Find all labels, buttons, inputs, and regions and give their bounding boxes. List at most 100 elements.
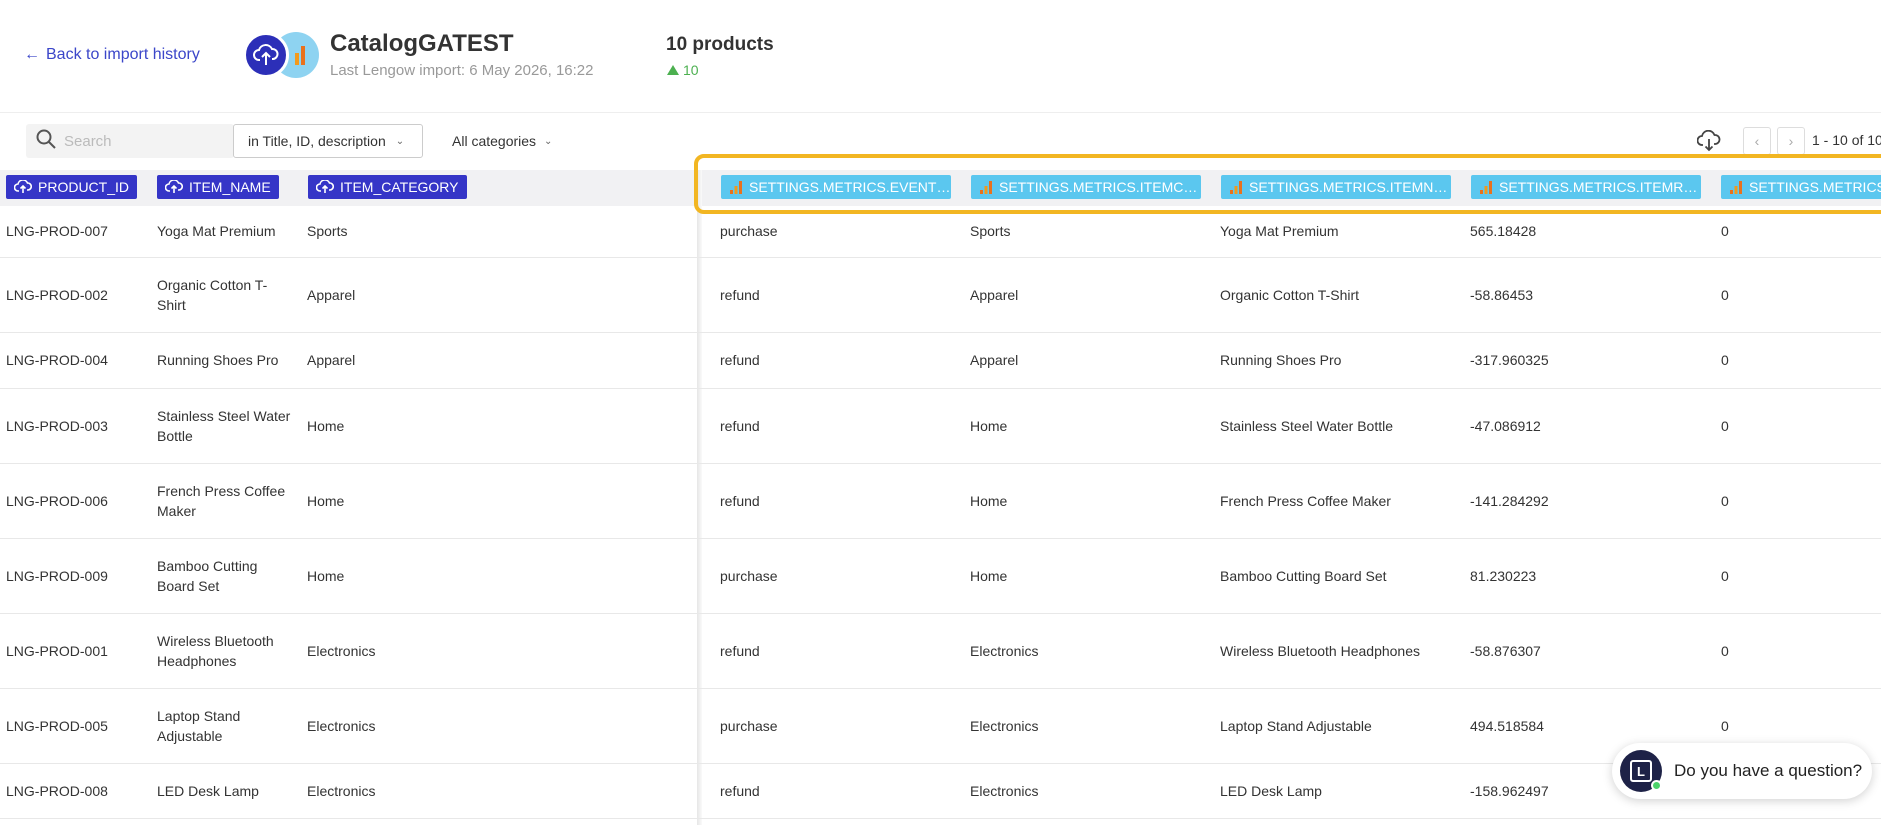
pagination-info: 1 - 10 of 10: [1812, 132, 1881, 148]
next-page-button[interactable]: ›: [1777, 127, 1805, 155]
cell-itemr: 81.230223: [1470, 568, 1537, 584]
chevron-down-icon: ⌄: [395, 135, 405, 147]
cell-itemc: Electronics: [970, 783, 1039, 799]
cell-itemn: Yoga Mat Premium: [1220, 223, 1339, 239]
cell-item-name: Organic Cotton T-: [157, 277, 268, 293]
cell-item-name: Stainless Steel Water: [157, 408, 291, 424]
cell-item-category: Home: [307, 568, 345, 584]
cell-event: refund: [720, 783, 760, 799]
table-row[interactable]: LNG-PROD-006 French Press Coffee Maker H…: [0, 464, 1881, 539]
cell-metric: 0: [1721, 493, 1729, 509]
cell-item-name: Bamboo Cutting: [157, 558, 258, 574]
table-row[interactable]: LNG-PROD-008 LED Desk Lamp Electronics r…: [0, 764, 1881, 819]
previous-page-button[interactable]: ‹: [1743, 127, 1771, 155]
cell-metric: 0: [1721, 568, 1729, 584]
back-link-label: Back to import history: [46, 46, 200, 63]
cell-itemn: French Press Coffee Maker: [1220, 493, 1391, 509]
last-import-info: Last Lengow import: 6 May 2026, 16:22: [330, 62, 594, 79]
cell-itemr: -47.086912: [1470, 418, 1541, 434]
column-header-metrics-itemn[interactable]: SETTINGS.METRICS.ITEMN…: [1221, 175, 1451, 199]
column-header-label: ITEM_NAME: [189, 179, 271, 195]
product-delta: 10: [667, 62, 699, 78]
table-row[interactable]: LNG-PROD-003 Stainless Steel Water Bottl…: [0, 389, 1881, 464]
column-header-metrics-event[interactable]: SETTINGS.METRICS.EVENT…: [721, 175, 951, 199]
table-row[interactable]: LNG-PROD-009 Bamboo Cutting Board Set Ho…: [0, 539, 1881, 614]
column-header-metrics-itemc[interactable]: SETTINGS.METRICS.ITEMC…: [971, 175, 1201, 199]
column-header-label: SETTINGS.METRICS.: [1749, 179, 1881, 195]
cell-product-id: LNG-PROD-005: [6, 718, 108, 734]
cell-itemc: Home: [970, 568, 1008, 584]
analytics-bars-icon: [730, 181, 742, 194]
cloud-download-icon[interactable]: [1696, 128, 1722, 154]
table-header: PRODUCT_ID ITEM_NAME ITEM_CATEGORY SETTI…: [0, 170, 1881, 206]
cell-product-id: LNG-PROD-009: [6, 568, 108, 584]
cell-metric: 0: [1721, 643, 1729, 659]
back-to-import-history-link[interactable]: ← Back to import history: [24, 46, 200, 64]
cell-product-id: LNG-PROD-006: [6, 493, 108, 509]
cell-metric: 0: [1721, 718, 1729, 734]
column-header-label: SETTINGS.METRICS.ITEMN…: [1249, 179, 1448, 195]
search-box[interactable]: [26, 124, 234, 158]
column-header-label: SETTINGS.METRICS.ITEMC…: [999, 179, 1198, 195]
cell-itemr: -58.86453: [1470, 287, 1534, 303]
cell-metric: 0: [1721, 223, 1729, 239]
arrow-left-icon: ←: [24, 46, 40, 63]
cell-item-name: LED Desk Lamp: [157, 783, 259, 799]
category-filter-select[interactable]: All categories ⌄: [452, 124, 552, 158]
cell-item-name: Bottle: [157, 428, 193, 444]
cell-item-category: Home: [307, 418, 345, 434]
cell-product-id: LNG-PROD-008: [6, 783, 108, 799]
search-icon: [36, 129, 56, 154]
catalog-title: CatalogGATEST: [330, 30, 514, 57]
cloud-upload-icon: [316, 180, 334, 193]
column-header-label: SETTINGS.METRICS.ITEMR…: [1499, 179, 1698, 195]
search-input[interactable]: [64, 132, 224, 150]
cell-item-category: Electronics: [307, 718, 376, 734]
column-header-item-name[interactable]: ITEM_NAME: [157, 175, 279, 199]
column-header-item-category[interactable]: ITEM_CATEGORY: [308, 175, 467, 199]
column-header-product-id[interactable]: PRODUCT_ID: [6, 175, 138, 199]
table-row[interactable]: LNG-PROD-001 Wireless Bluetooth Headphon…: [0, 614, 1881, 689]
column-header-label: PRODUCT_ID: [38, 179, 130, 195]
cell-itemr: 494.518584: [1470, 718, 1544, 734]
cell-item-name: Shirt: [157, 297, 186, 313]
table-row[interactable]: LNG-PROD-004 Running Shoes Pro Apparel r…: [0, 333, 1881, 389]
cell-item-name: Wireless Bluetooth: [157, 633, 274, 649]
product-count: 10 products: [666, 34, 774, 55]
analytics-bars-icon: [980, 181, 992, 194]
cell-metric: 0: [1721, 418, 1729, 434]
search-scope-select[interactable]: in Title, ID, description ⌄: [233, 124, 423, 158]
cell-product-id: LNG-PROD-003: [6, 418, 108, 434]
cell-metric: 0: [1721, 287, 1729, 303]
chevron-right-icon: ›: [1788, 133, 1794, 149]
column-header-metrics-more[interactable]: SETTINGS.METRICS.: [1721, 175, 1881, 199]
chat-avatar: L: [1620, 750, 1662, 792]
column-header-label: SETTINGS.METRICS.EVENT…: [749, 179, 951, 195]
cell-itemr: -141.284292: [1470, 493, 1549, 509]
column-header-metrics-itemr[interactable]: SETTINGS.METRICS.ITEMR…: [1471, 175, 1701, 199]
cell-product-id: LNG-PROD-001: [6, 643, 108, 659]
cell-itemn: Laptop Stand Adjustable: [1220, 718, 1372, 734]
cell-product-id: LNG-PROD-007: [6, 223, 108, 239]
table-row[interactable]: LNG-PROD-002 Organic Cotton T- Shirt App…: [0, 258, 1881, 333]
cell-item-category: Sports: [307, 223, 348, 239]
cell-itemr: 565.18428: [1470, 223, 1537, 239]
search-scope-label: in Title, ID, description: [248, 133, 386, 149]
cell-item-category: Electronics: [307, 643, 376, 659]
chevron-left-icon: ‹: [1754, 133, 1760, 149]
cell-itemc: Sports: [970, 223, 1011, 239]
table-row[interactable]: LNG-PROD-005 Laptop Stand Adjustable Ele…: [0, 689, 1881, 764]
cell-event: refund: [720, 352, 760, 368]
cell-itemn: Running Shoes Pro: [1220, 352, 1342, 368]
cell-itemr: -58.876307: [1470, 643, 1541, 659]
header-divider: [0, 112, 1881, 113]
chat-widget[interactable]: L Do you have a question?: [1612, 743, 1872, 799]
table-row[interactable]: LNG-PROD-007 Yoga Mat Premium Sports pur…: [0, 206, 1881, 258]
cell-itemc: Home: [970, 493, 1008, 509]
chevron-down-icon: ⌄: [544, 135, 553, 147]
cell-item-name: Adjustable: [157, 728, 223, 744]
cell-item-name: Headphones: [157, 653, 237, 669]
cell-event: refund: [720, 418, 760, 434]
cell-item-name: Yoga Mat Premium: [157, 223, 276, 239]
cell-item-category: Apparel: [307, 352, 356, 368]
